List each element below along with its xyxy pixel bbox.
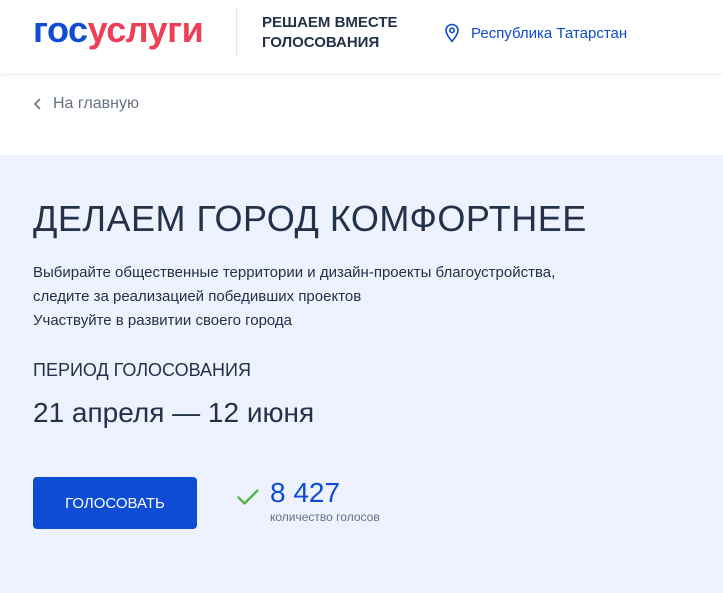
vote-stats: 8 427 количество голосов [236,477,380,529]
page-title: Делаем город комфортнее [33,198,587,239]
back-to-main-link[interactable]: На главную [33,93,139,115]
voting-period-dates: 21 апреля — 12 июня [33,397,315,428]
description-line: Выбирайте общественные территории и диза… [33,264,556,281]
header-divider [236,8,237,56]
breadcrumb-label: На главную [53,95,139,112]
logo-part-gos: гос [33,9,88,50]
site-header: госуслуги Решаем вместе голосования Респ… [0,0,723,73]
hero-section: Делаем город комфортнее Выбирайте общест… [0,155,723,593]
description-line: Участвуйте в развитии своего города [33,312,293,329]
location-pin-icon [444,23,460,43]
check-icon [236,487,260,507]
description-line: следите за реализацией победивших проект… [33,288,362,305]
region-selector[interactable]: Республика Татарстан [444,22,627,44]
logo-part-uslugi: услуги [87,9,204,50]
region-name: Республика Татарстан [471,24,628,42]
gosuslugi-logo[interactable]: госуслуги [33,9,204,50]
votes-block: 8 427 количество голосов [270,477,380,525]
chevron-left-icon [33,98,41,110]
voting-period-label: Период голосования [33,360,251,380]
vote-button[interactable]: Голосовать [33,477,197,529]
votes-caption: количество голосов [270,510,380,524]
votes-count: 8 427 [270,477,341,508]
project-title: Решаем вместе голосования [262,14,398,51]
hero-description: Выбирайте общественные территории и диза… [33,261,673,333]
